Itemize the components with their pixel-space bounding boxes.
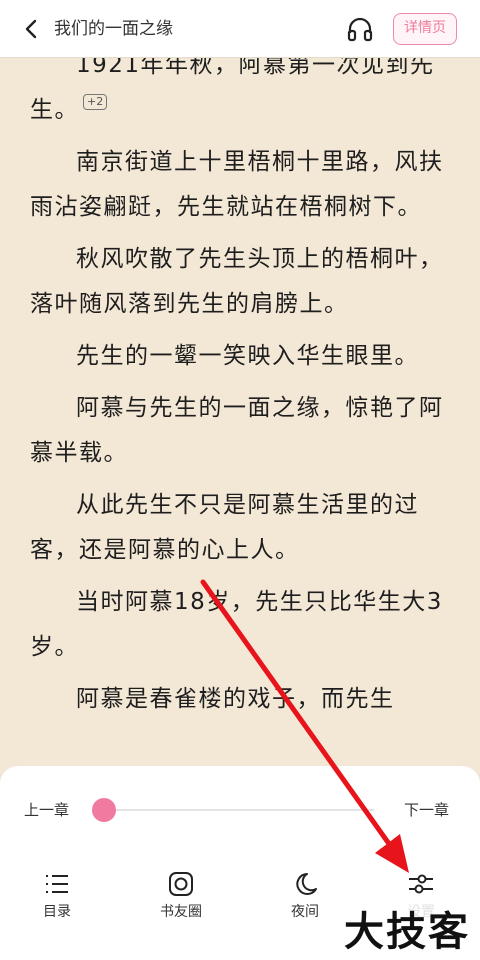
detail-page-button[interactable]: 详情页 [393,13,457,45]
next-chapter-button[interactable]: 下一章 [404,800,449,820]
nav-toc[interactable]: 目录 [17,872,97,922]
comment-count-badge[interactable]: +2 [83,94,108,110]
paragraph: 当时阿慕18岁，先生只比华生大3岁。 [30,589,443,660]
nav-book-circle[interactable]: 书友圈 [141,872,221,922]
paragraph: 先生的一颦一笑映入华生眼里。 [76,343,419,369]
paragraph: 1921年年秋，阿慕第一次见到先生。 +2 [30,58,435,123]
sliders-icon [409,874,433,894]
back-arrow-icon[interactable] [20,17,44,41]
nav-label: 目录 [43,904,71,920]
prev-chapter-button[interactable]: 上一章 [24,800,69,820]
paragraph: 阿慕与先生的一面之缘，惊艳了阿慕半载。 [30,395,444,466]
moon-icon [296,873,317,895]
headphones-icon[interactable] [346,16,374,42]
chapter-progress-track[interactable] [104,809,374,811]
reading-content: 1921年年秋，阿慕第一次见到先生。 +2 南京街道上十里梧桐十里路，风扶雨沾姿翩… [0,58,480,768]
list-icon [46,875,68,893]
paragraph: 从此先生不只是阿慕生活里的过客，还是阿慕的心上人。 [30,492,419,563]
watermark-logo: 大技客 [334,904,480,960]
nav-night-mode[interactable]: 夜间 [265,872,345,922]
nav-label: 夜间 [291,904,319,920]
paragraph: 阿慕是春雀楼的戏子，而先生 [76,686,395,712]
paragraph: 南京街道上十里梧桐十里路，风扶雨沾姿翩跹，先生就站在梧桐树下。 [30,149,444,220]
nav-label: 书友圈 [160,904,202,920]
top-bar: 我们的一面之缘 详情页 [0,0,480,58]
book-title: 我们的一面之缘 [54,19,173,39]
circle-square-icon [169,872,193,896]
progress-slider-thumb[interactable] [92,798,116,822]
paragraph: 秋风吹散了先生头顶上的梧桐叶，落叶随风落到先生的肩膀上。 [30,246,444,317]
